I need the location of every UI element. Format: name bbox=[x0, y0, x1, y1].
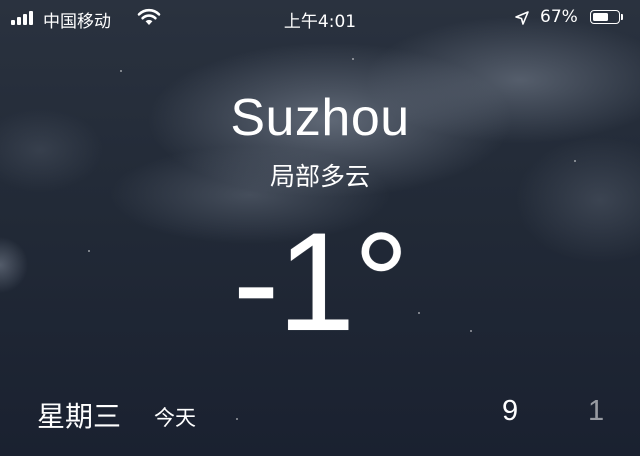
today-label: 今天 bbox=[154, 406, 196, 430]
current-temperature: -1° bbox=[232, 203, 409, 360]
battery-cap bbox=[621, 14, 623, 20]
city-name: Suzhou bbox=[230, 89, 410, 147]
star-decoration bbox=[352, 58, 354, 60]
low-temperature: 1 bbox=[588, 395, 605, 427]
weather-screen: 中国移动 上午4:01 67% Suzhou 局部多云 -1° 星期三 今天 9… bbox=[0, 0, 640, 456]
battery-percent: 67% bbox=[540, 7, 578, 27]
forecast-today-row[interactable]: 星期三 今天 9 1 bbox=[0, 390, 640, 440]
battery-fill bbox=[593, 13, 609, 21]
weekday-label: 星期三 bbox=[37, 400, 122, 433]
battery-icon bbox=[590, 10, 620, 24]
weather-condition: 局部多云 bbox=[269, 162, 370, 191]
location-arrow-icon bbox=[515, 11, 529, 25]
high-temperature: 9 bbox=[502, 395, 519, 427]
star-decoration bbox=[120, 70, 122, 72]
status-bar: 中国移动 上午4:01 67% bbox=[0, 0, 640, 36]
